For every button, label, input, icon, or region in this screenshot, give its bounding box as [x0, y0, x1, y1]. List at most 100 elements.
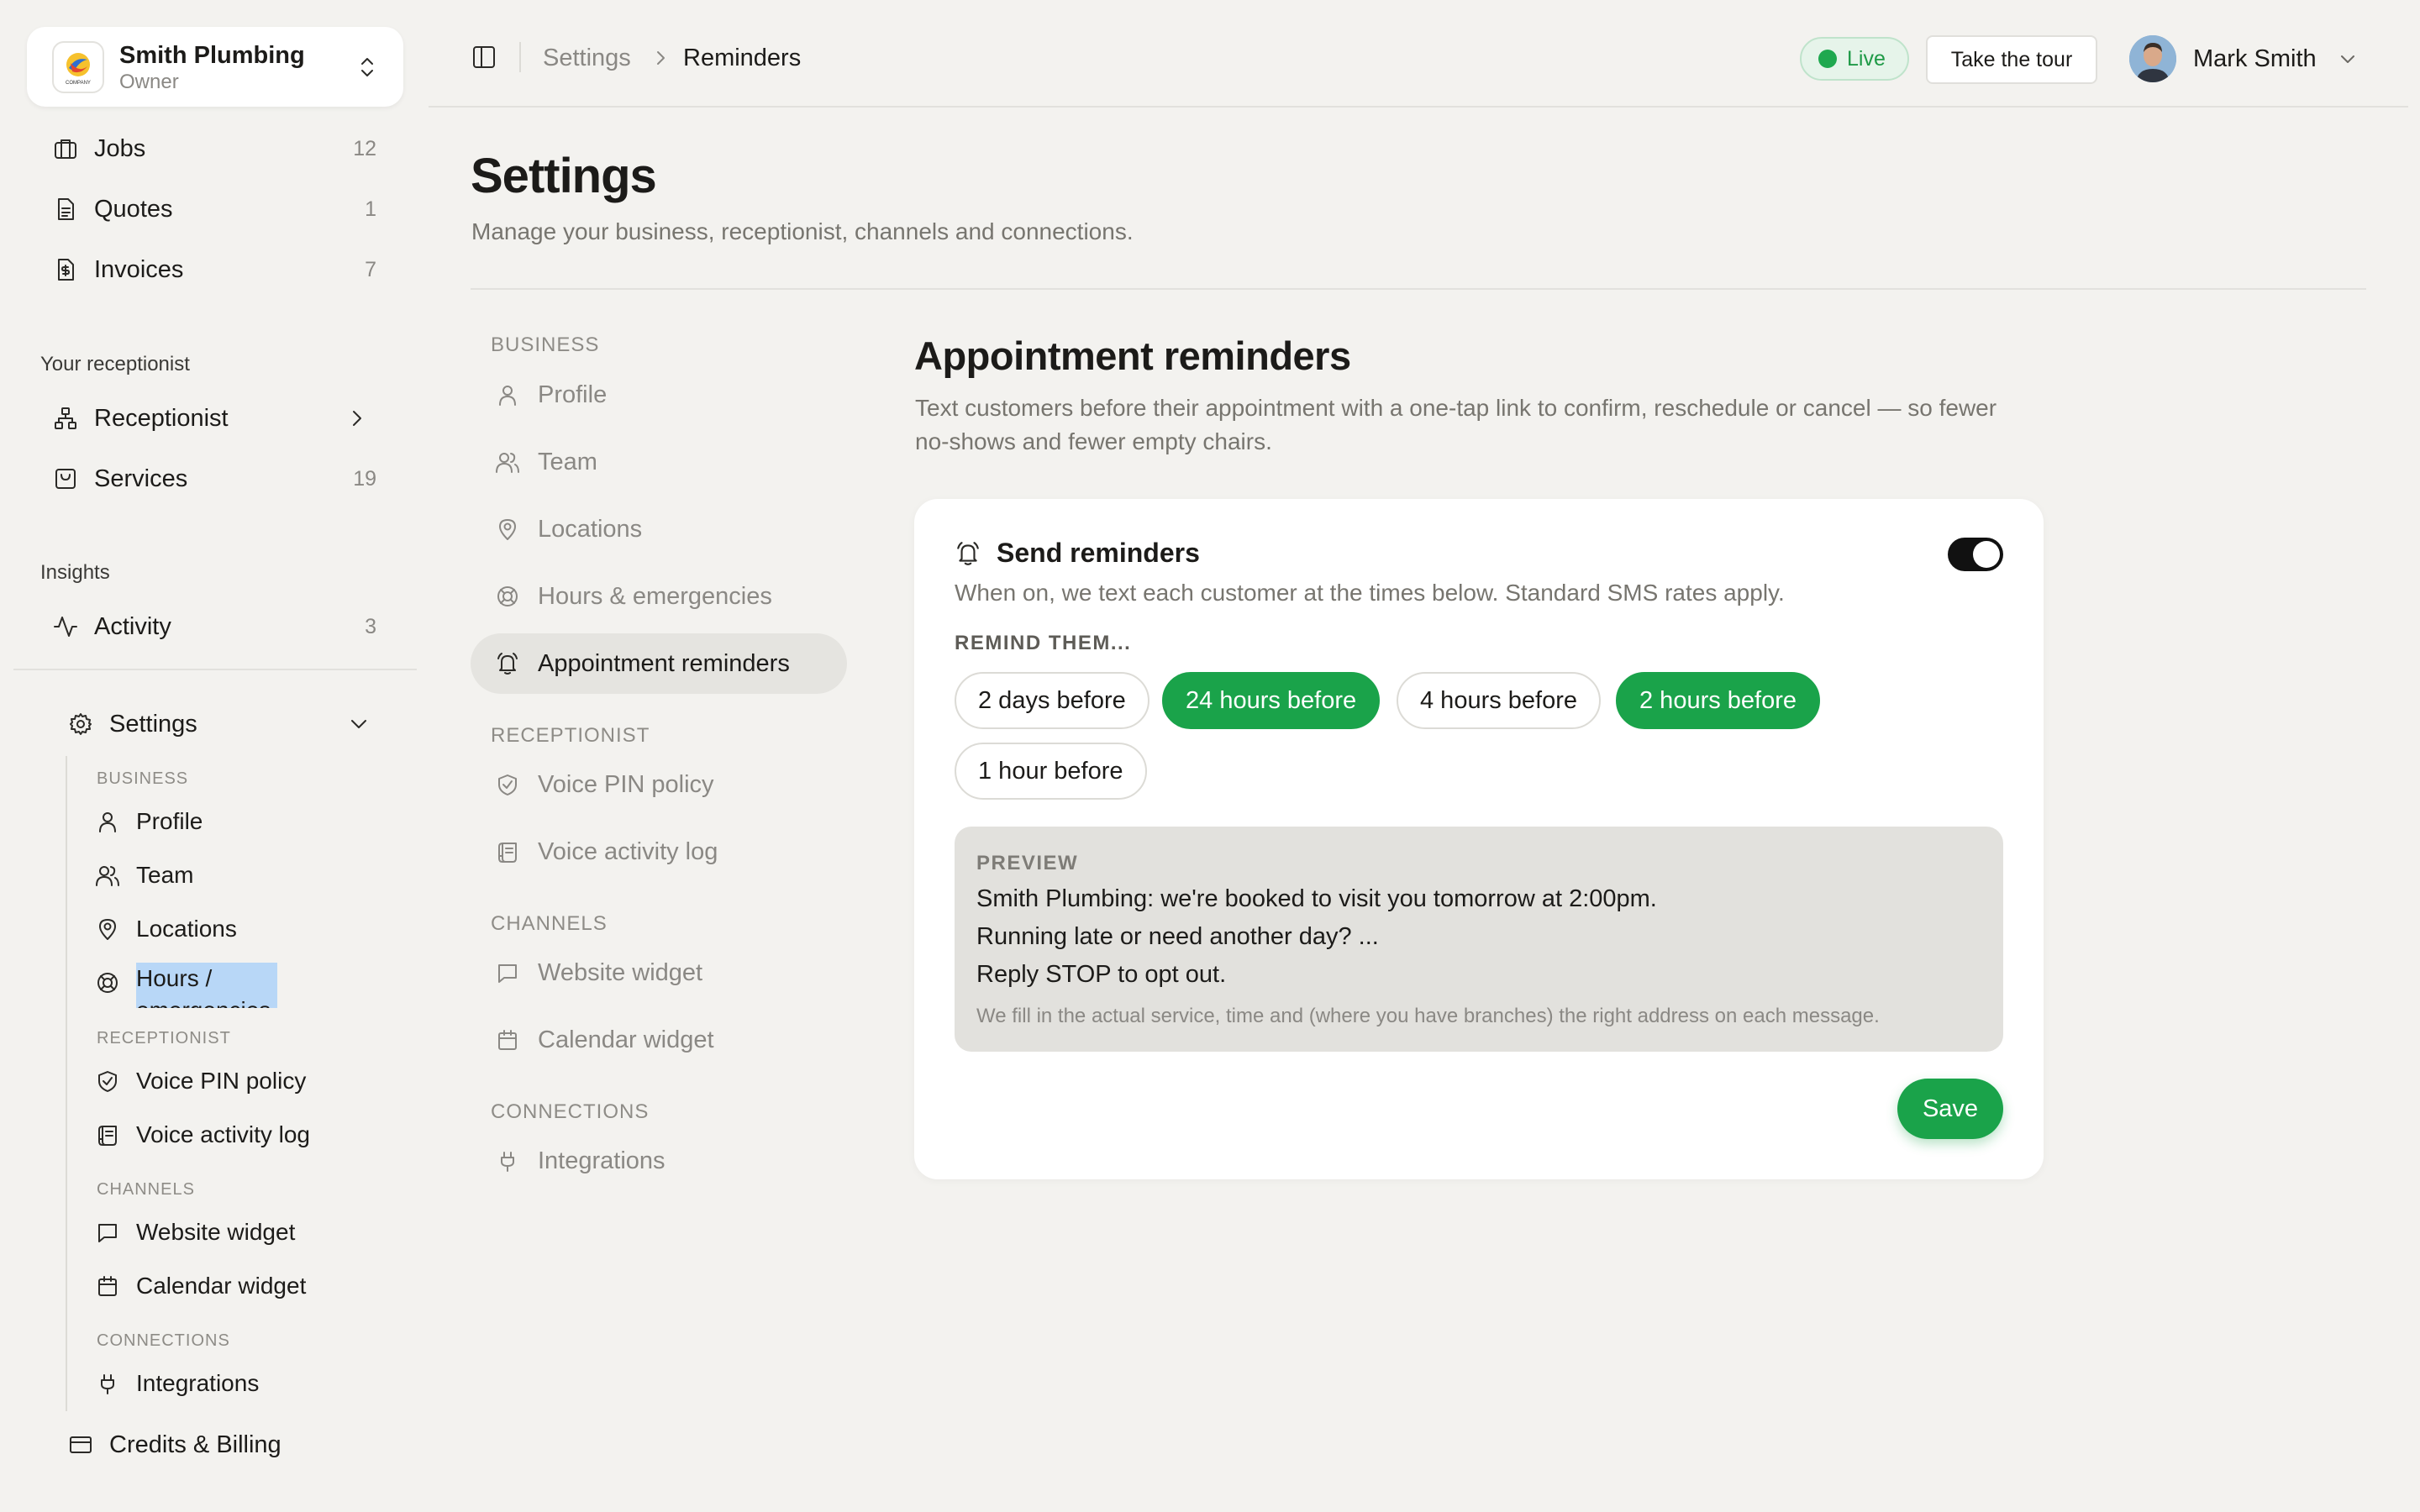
- lifebuoy-icon: [94, 969, 121, 996]
- sidebar-toggle-icon[interactable]: [471, 44, 497, 71]
- sidebar-item-quotes[interactable]: Quotes 1: [52, 191, 376, 228]
- settings-nav-locations[interactable]: Locations: [471, 499, 847, 559]
- topbar: Settings Reminders Live Take the tour Ma…: [429, 0, 2408, 108]
- reminder-option-1-hour[interactable]: 1 hour before: [955, 743, 1147, 800]
- credit-card-icon: [67, 1431, 94, 1458]
- plug-icon: [94, 1370, 121, 1397]
- settings-nav-website-widget[interactable]: Website widget: [471, 942, 847, 1003]
- settings-nav-team[interactable]: Team: [471, 432, 847, 492]
- user-icon: [94, 808, 121, 835]
- page-subtitle: Manage your business, receptionist, chan…: [471, 218, 1134, 244]
- scroll-icon: [94, 1121, 121, 1148]
- sidebar-item-invoices[interactable]: Invoices 7: [52, 251, 376, 288]
- submenu-item-label: Profile: [136, 808, 203, 834]
- save-button[interactable]: Save: [1897, 1079, 2003, 1139]
- reminder-option-4-hours[interactable]: 4 hours before: [1397, 672, 1602, 729]
- org-switcher[interactable]: COMPANY Smith Plumbing Owner: [27, 27, 403, 107]
- remind-them-label: REMIND THEM...: [955, 632, 1132, 654]
- settings-nav-integrations[interactable]: Integrations: [471, 1131, 847, 1191]
- settings-nav-heading-receptionist: RECEPTIONIST: [491, 724, 650, 747]
- take-tour-button[interactable]: Take the tour: [1926, 35, 2097, 84]
- submenu-item-label: Locations: [136, 916, 237, 942]
- sidebar-item-jobs[interactable]: Jobs 12: [52, 130, 376, 167]
- org-name: Smith Plumbing: [119, 41, 305, 69]
- reminder-option-2-hours[interactable]: 2 hours before: [1616, 672, 1821, 729]
- count-badge: 12: [353, 136, 376, 160]
- live-status-badge: Live: [1800, 37, 1909, 81]
- lifebuoy-icon: [494, 583, 521, 610]
- preview-note: We fill in the actual service, time and …: [976, 1005, 1880, 1027]
- chevron-right-icon: [353, 411, 361, 426]
- map-pin-icon: [94, 916, 121, 942]
- reminder-option-24-hours[interactable]: 24 hours before: [1162, 672, 1381, 729]
- submenu-item-locations[interactable]: Locations: [94, 912, 237, 946]
- chat-bubble-icon: [94, 1219, 121, 1246]
- submenu-heading-business: BUSINESS: [97, 769, 189, 788]
- map-pin-icon: [494, 516, 521, 543]
- breadcrumb-current: Reminders: [683, 45, 802, 71]
- sms-preview: PREVIEW Smith Plumbing: we're booked to …: [955, 827, 2003, 1052]
- sidebar-item-label: Quotes: [94, 195, 173, 223]
- submenu-item-label: Voice PIN policy: [136, 1068, 307, 1094]
- breadcrumb-settings[interactable]: Settings: [543, 44, 631, 72]
- user-name: Mark Smith: [2193, 45, 2317, 72]
- submenu-item-calendar-widget[interactable]: Calendar widget: [94, 1269, 306, 1303]
- settings-nav-hours[interactable]: Hours & emergencies: [471, 566, 847, 627]
- settings-nav-profile[interactable]: Profile: [471, 365, 847, 425]
- submenu-item-voice-pin[interactable]: Voice PIN policy: [94, 1064, 306, 1098]
- divider: [471, 288, 2366, 290]
- org-role: Owner: [119, 70, 179, 93]
- document-icon: [52, 196, 79, 223]
- settings-nav-label: Website widget: [538, 958, 703, 986]
- sidebar-item-label: Jobs: [94, 134, 146, 162]
- submenu-item-label: Hours / emergencies: [136, 963, 277, 1008]
- bell-ring-icon: [957, 541, 979, 565]
- chevron-down-icon: [351, 720, 366, 728]
- settings-nav-calendar-widget[interactable]: Calendar widget: [471, 1010, 847, 1070]
- sidebar-item-receptionist[interactable]: Receptionist: [52, 400, 376, 437]
- submenu-item-website-widget[interactable]: Website widget: [94, 1215, 295, 1249]
- preview-line: Smith Plumbing: we're booked to visit yo…: [976, 885, 1657, 912]
- submenu-item-team[interactable]: Team: [94, 858, 193, 892]
- sidebar-item-label: Services: [94, 465, 188, 492]
- settings-nav-label: Appointment reminders: [538, 649, 790, 677]
- settings-nav-heading-business: BUSINESS: [491, 333, 600, 356]
- user-menu[interactable]: Mark Smith: [2129, 34, 2359, 84]
- settings-nav-voice-log[interactable]: Voice activity log: [471, 822, 847, 882]
- sidebar-item-billing[interactable]: Credits & Billing: [67, 1426, 392, 1463]
- sidebar-item-activity[interactable]: Activity 3: [52, 608, 376, 645]
- chevron-up-down-icon: [361, 57, 373, 76]
- section-title: Appointment reminders: [914, 333, 1351, 378]
- live-label: Live: [1847, 46, 1886, 71]
- preview-line: Reply STOP to opt out.: [976, 961, 1227, 988]
- reminder-option-2-days[interactable]: 2 days before: [955, 672, 1150, 729]
- calendar-icon: [94, 1273, 121, 1299]
- shield-check-icon: [494, 771, 521, 798]
- sidebar-item-label: Activity: [94, 612, 171, 640]
- settings-nav-label: Calendar widget: [538, 1026, 714, 1053]
- sidebar-item-label: Receptionist: [94, 404, 229, 432]
- submenu-item-profile[interactable]: Profile: [94, 805, 203, 838]
- submenu-item-integrations[interactable]: Integrations: [94, 1367, 259, 1400]
- submenu-item-hours[interactable]: Hours / emergencies: [94, 963, 277, 1008]
- divider: [13, 669, 417, 670]
- users-icon: [94, 862, 121, 889]
- send-reminders-toggle[interactable]: [1948, 538, 2003, 571]
- preview-label: PREVIEW: [976, 852, 1079, 874]
- settings-nav-voice-pin[interactable]: Voice PIN policy: [471, 754, 847, 815]
- settings-nav-label: Voice activity log: [538, 837, 718, 865]
- shield-check-icon: [94, 1068, 121, 1095]
- submenu-item-label: Website widget: [136, 1219, 296, 1245]
- bag-icon: [52, 465, 79, 492]
- submenu-item-voice-log[interactable]: Voice activity log: [94, 1118, 310, 1152]
- sidebar-item-settings[interactable]: Settings: [67, 706, 370, 743]
- sidebar-item-label: Settings: [109, 710, 197, 738]
- gear-icon: [67, 711, 94, 738]
- status-dot-icon: [1818, 50, 1837, 68]
- submenu-guide-line: [66, 756, 67, 1411]
- count-badge: 3: [365, 614, 376, 638]
- settings-nav-appointment-reminders[interactable]: Appointment reminders: [471, 633, 847, 694]
- count-badge: 1: [365, 197, 376, 221]
- sidebar-item-services[interactable]: Services 19: [52, 460, 376, 497]
- settings-nav-label: Locations: [538, 515, 643, 543]
